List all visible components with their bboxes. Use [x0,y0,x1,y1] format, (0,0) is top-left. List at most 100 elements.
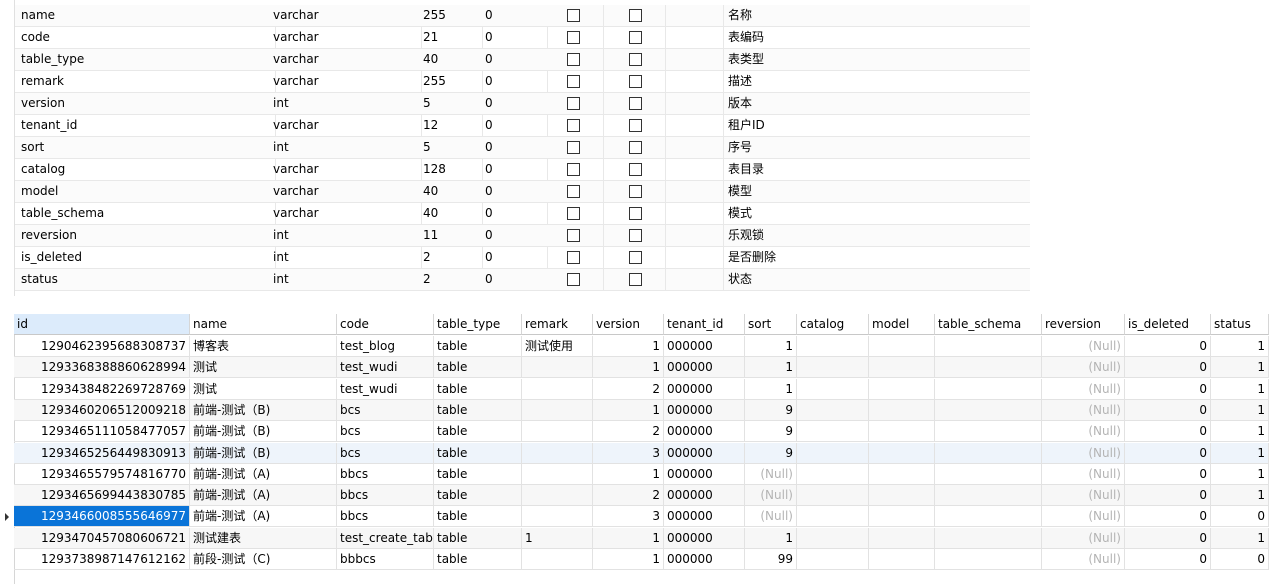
cell-name[interactable]: 前段-测试（C) [190,549,337,570]
virtual-checkbox[interactable] [629,207,642,220]
field-length[interactable]: 21 [419,27,483,49]
field-length[interactable]: 255 [419,5,483,27]
field-row[interactable]: remark varchar 255 0 描述 [0,71,1030,93]
column-header-catalog[interactable]: catalog [797,314,869,335]
key-cell[interactable] [666,269,724,291]
virtual-checkbox[interactable] [629,119,642,132]
cell-sort[interactable]: 99 [745,549,797,570]
field-row[interactable]: reversion int 11 0 乐观锁 [0,225,1030,247]
column-header-version[interactable]: version [593,314,664,335]
cell-name[interactable]: 前端-测试（B) [190,442,337,464]
not-null-checkbox[interactable] [567,119,580,132]
cell-name[interactable]: 测试 [190,357,337,379]
cell-code[interactable]: bcs [337,421,434,443]
cell-tenant-id[interactable]: 000000 [664,336,745,357]
field-comment[interactable]: 版本 [724,93,1030,115]
cell-catalog[interactable] [797,463,869,485]
field-type[interactable]: varchar [270,27,422,49]
field-decimals[interactable]: 0 [479,5,548,27]
cell-table-type[interactable]: table [434,442,522,464]
table-row[interactable]: 1293438482269728769 测试 test_wudi table 2 0000… [0,378,1269,400]
virtual-checkbox[interactable] [629,53,642,66]
cell-sort[interactable]: 1 [745,336,797,357]
cell-model[interactable] [869,399,935,421]
cell-is-deleted[interactable]: 0 [1125,378,1211,400]
table-row[interactable]: 1293466008555646977 前端-测试（A) bbcs table 3 000… [0,506,1269,528]
field-row[interactable]: version int 5 0 版本 [0,93,1030,115]
cell-tenant-id[interactable]: 000000 [664,421,745,443]
field-name[interactable]: catalog [15,159,276,181]
field-comment[interactable]: 名称 [724,5,1030,27]
cell-table-type[interactable]: table [434,399,522,421]
cell-status[interactable]: 1 [1211,485,1269,507]
key-cell[interactable] [666,27,724,49]
cell-code[interactable]: bcs [337,399,434,421]
cell-remark[interactable] [522,442,593,464]
key-cell[interactable] [666,71,724,93]
cell-status[interactable]: 1 [1211,442,1269,464]
virtual-checkbox[interactable] [629,163,642,176]
cell-reversion[interactable]: (Null) [1042,485,1125,507]
cell-code[interactable]: bbbcs [337,549,434,570]
cell-code[interactable]: test_wudi [337,378,434,400]
cell-version[interactable]: 1 [593,549,664,570]
field-comment[interactable]: 序号 [724,137,1030,159]
virtual-checkbox[interactable] [629,97,642,110]
cell-reversion[interactable]: (Null) [1042,527,1125,549]
cell-name[interactable]: 前端-测试（B) [190,399,337,421]
cell-model[interactable] [869,527,935,549]
field-comment[interactable]: 描述 [724,71,1030,93]
field-length[interactable]: 40 [419,203,483,225]
cell-is-deleted[interactable]: 0 [1125,421,1211,443]
virtual-checkbox[interactable] [629,141,642,154]
cell-version[interactable]: 1 [593,399,664,421]
cell-model[interactable] [869,549,935,570]
not-null-checkbox[interactable] [567,229,580,242]
key-cell[interactable] [666,137,724,159]
cell-status[interactable]: 0 [1211,549,1269,570]
field-decimals[interactable]: 0 [479,71,548,93]
field-type[interactable]: varchar [270,71,422,93]
cell-sort[interactable]: 9 [745,442,797,464]
key-cell[interactable] [666,247,724,269]
cell-remark[interactable] [522,421,593,443]
field-decimals[interactable]: 0 [479,115,548,137]
field-row[interactable]: table_schema varchar 40 0 模式 [0,203,1030,225]
field-name[interactable]: remark [15,71,276,93]
cell-remark[interactable]: 1 [522,527,593,549]
key-cell[interactable] [666,203,724,225]
field-row[interactable]: model varchar 40 0 模型 [0,181,1030,203]
cell-table-type[interactable]: table [434,378,522,400]
cell-table-schema[interactable] [935,421,1042,443]
cell-name[interactable]: 前端-测试（B) [190,421,337,443]
cell-table-schema[interactable] [935,527,1042,549]
field-length[interactable]: 128 [419,159,483,181]
cell-remark[interactable] [522,485,593,507]
cell-table-type[interactable]: table [434,336,522,357]
key-cell[interactable] [666,225,724,247]
cell-remark[interactable] [522,357,593,379]
field-row[interactable]: status int 2 0 状态 [0,269,1030,291]
cell-name[interactable]: 测试 [190,378,337,400]
cell-status[interactable]: 1 [1211,357,1269,379]
field-type[interactable]: int [270,137,422,159]
cell-name[interactable]: 前端-测试（A) [190,485,337,507]
cell-tenant-id[interactable]: 000000 [664,485,745,507]
table-row[interactable]: 1293465256449830913 前端-测试（B) bcs table 3 0000… [0,442,1269,464]
field-name[interactable]: code [15,27,276,49]
cell-model[interactable] [869,336,935,357]
key-cell[interactable] [666,5,724,27]
cell-is-deleted[interactable]: 0 [1125,463,1211,485]
cell-status[interactable]: 1 [1211,527,1269,549]
column-header-reversion[interactable]: reversion [1042,314,1125,335]
field-decimals[interactable]: 0 [479,269,548,291]
cell-id[interactable]: 1293465579574816770 [14,463,190,485]
field-row[interactable]: is_deleted int 2 0 是否删除 [0,247,1030,269]
cell-status[interactable]: 1 [1211,463,1269,485]
cell-id[interactable]: 1293460206512009218 [14,399,190,421]
cell-status[interactable]: 1 [1211,336,1269,357]
cell-sort[interactable]: (Null) [745,485,797,507]
field-comment[interactable]: 状态 [724,269,1030,291]
cell-catalog[interactable] [797,357,869,379]
cell-remark[interactable] [522,506,593,528]
